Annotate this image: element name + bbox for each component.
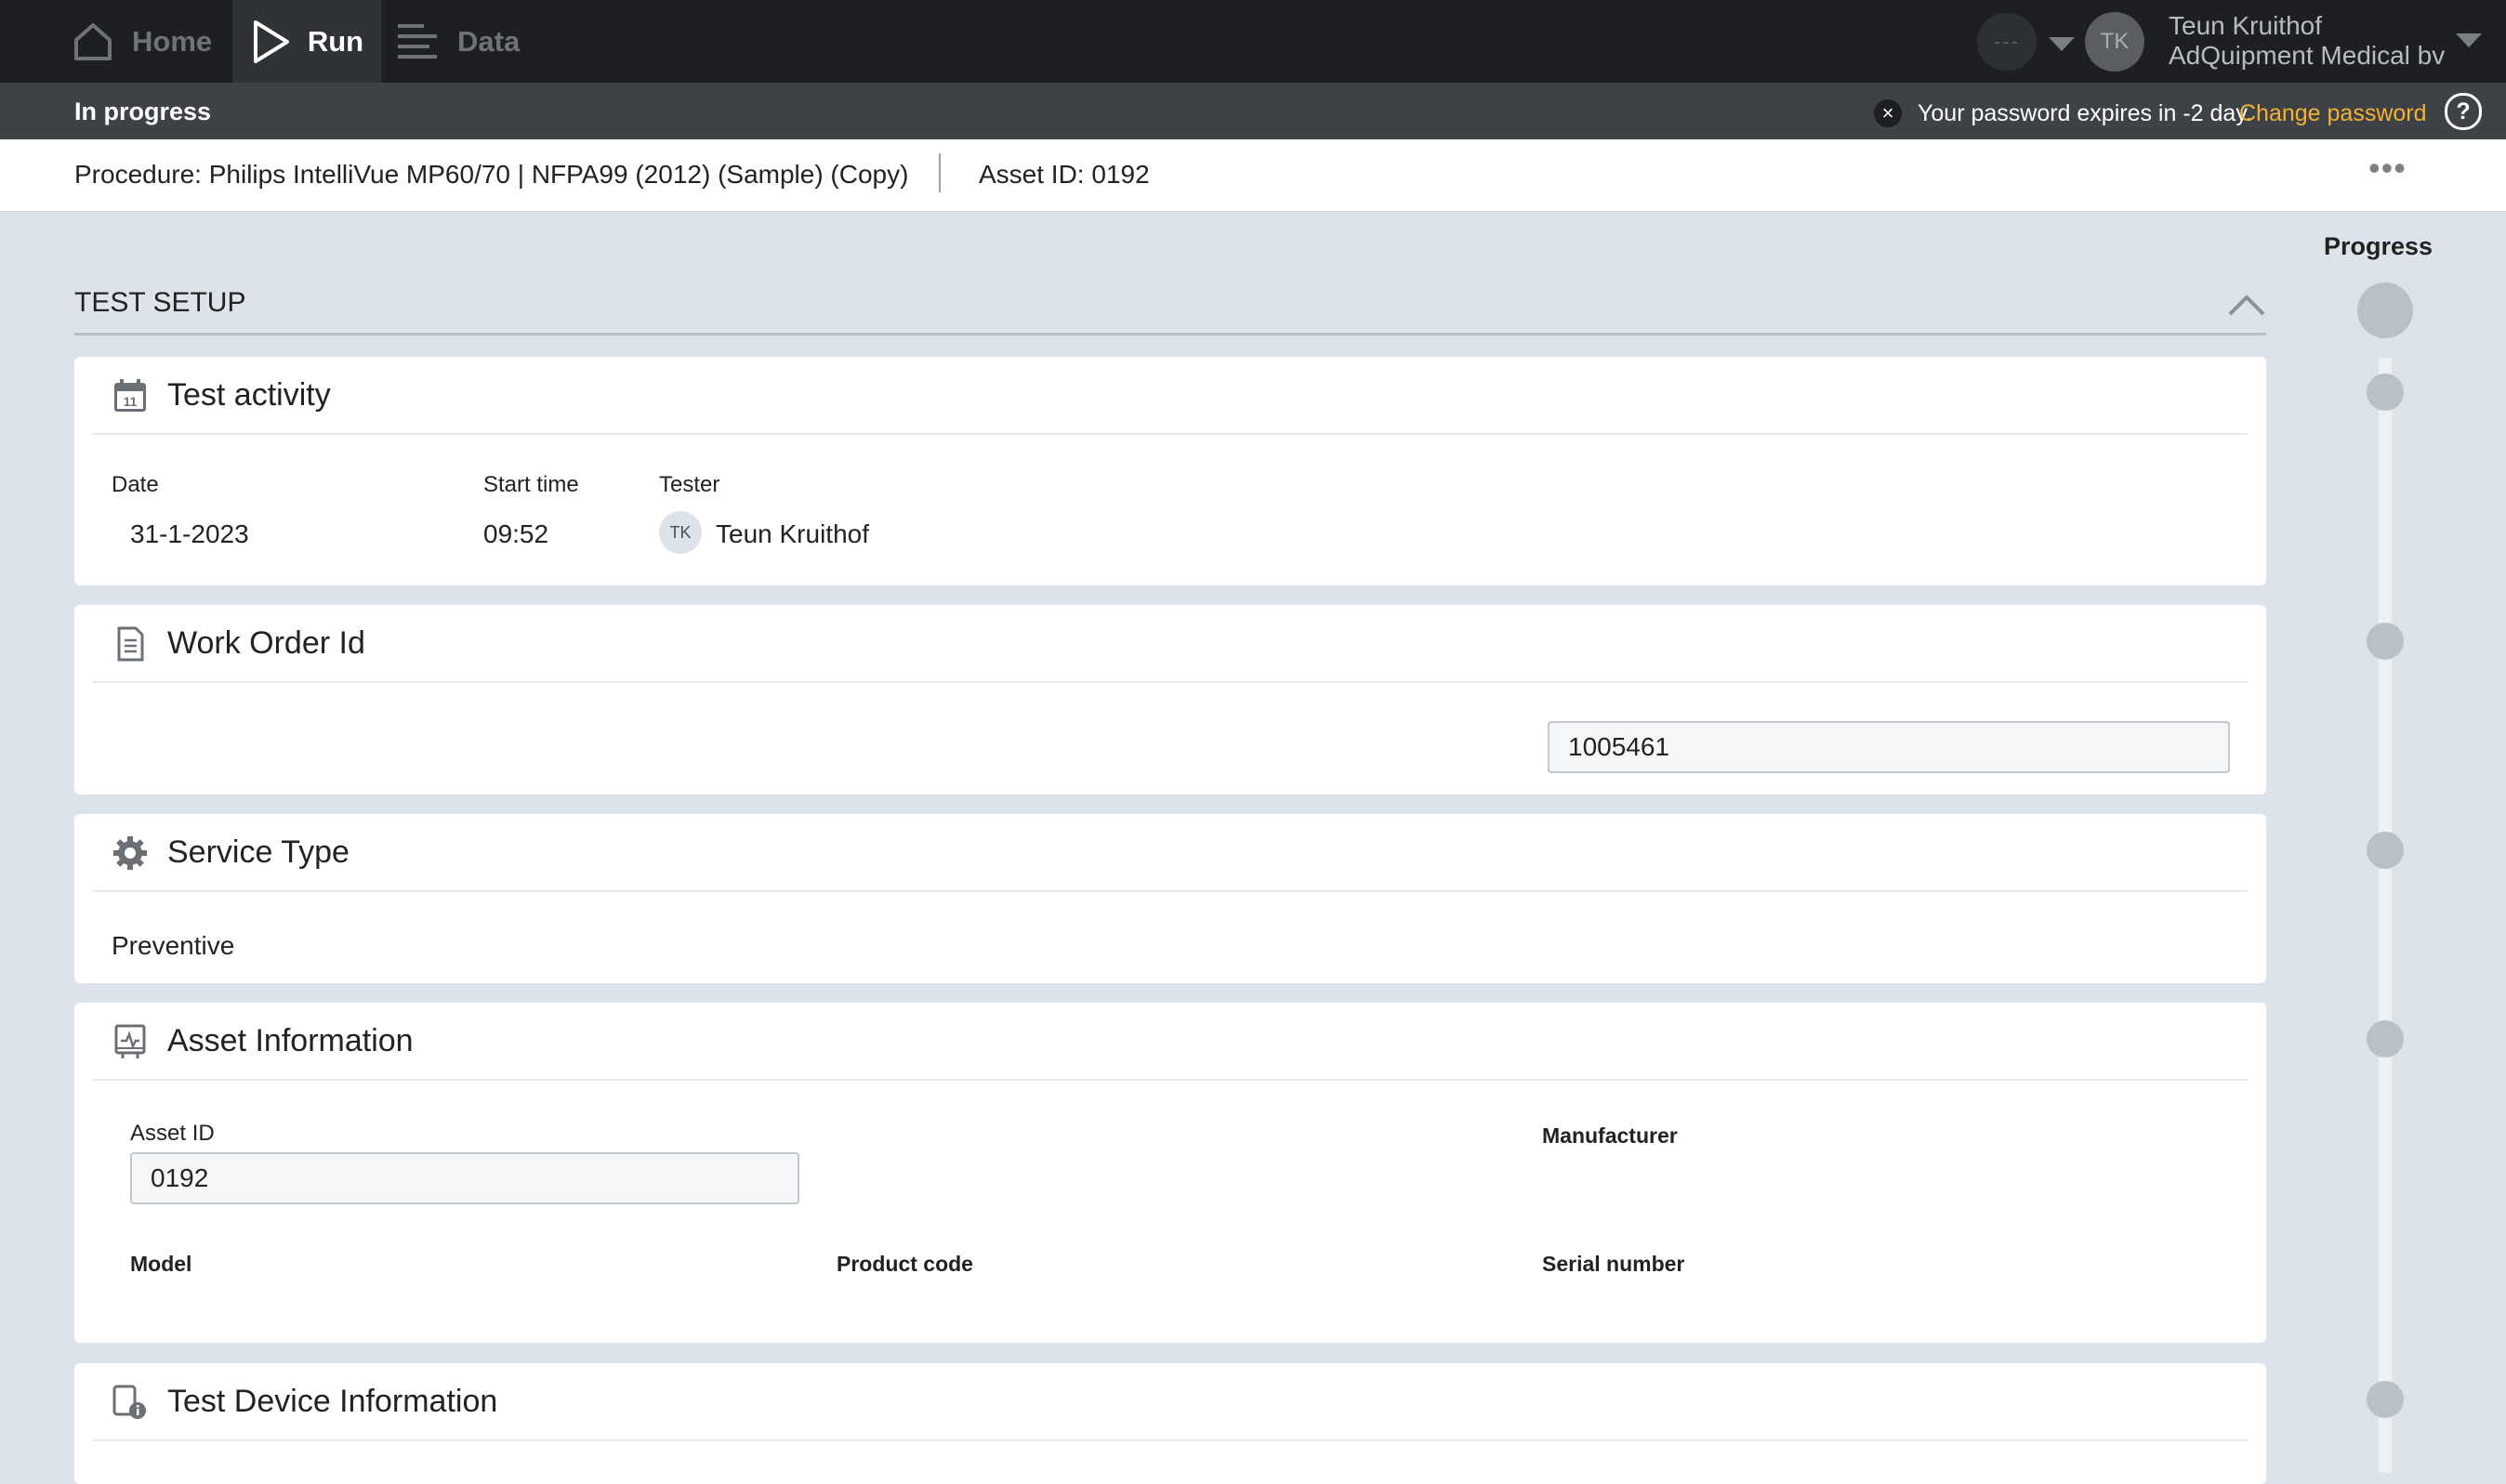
service-type-card: Service Type Preventive xyxy=(74,814,2266,983)
card-title: Test Device Information xyxy=(167,1384,498,1419)
play-icon xyxy=(250,19,291,65)
progress-step-work-order[interactable] xyxy=(2367,623,2404,660)
close-icon[interactable]: × xyxy=(1874,99,1902,127)
user-organization[interactable]: AdQuipment Medical bv xyxy=(2169,41,2445,71)
service-type-value: Preventive xyxy=(112,931,235,960)
nav-home-label: Home xyxy=(132,24,213,58)
product-code-label: Product code xyxy=(837,1252,973,1276)
card-title: Service Type xyxy=(167,834,350,870)
chevron-up-icon[interactable] xyxy=(2226,290,2267,322)
nav-data[interactable]: Data xyxy=(396,0,520,83)
date-value: 31-1-2023 xyxy=(130,519,249,548)
change-password-link[interactable]: Change password xyxy=(2239,100,2427,127)
run-status-title: In progress xyxy=(74,98,212,125)
more-options-icon[interactable]: ••• xyxy=(2368,149,2407,188)
user-name[interactable]: Teun Kruithof xyxy=(2169,11,2322,41)
top-nav: Home Run Data --- TK Teun Kruithof AdQui… xyxy=(0,0,2506,83)
nav-run-label: Run xyxy=(307,24,364,58)
card-header xyxy=(93,357,2248,435)
test-device-information-card: Test Device Information xyxy=(74,1363,2266,1484)
progress-step-test-device[interactable] xyxy=(2367,1381,2404,1418)
asset-id-label: Asset ID xyxy=(130,1121,215,1146)
calendar-icon: 11 xyxy=(112,377,149,414)
password-expiry-message: Your password expires in -2 day. xyxy=(1918,100,2252,126)
tester-label: Tester xyxy=(659,472,720,497)
device-info-icon xyxy=(112,1384,149,1421)
manufacturer-label: Manufacturer xyxy=(1542,1123,1678,1148)
svg-text:11: 11 xyxy=(124,394,138,409)
card-title: Test activity xyxy=(167,377,331,413)
progress-step-asset-information[interactable] xyxy=(2367,1020,2404,1057)
progress-step-section[interactable] xyxy=(2357,282,2413,338)
user-menu-chevron-down-icon[interactable] xyxy=(2456,33,2482,47)
avatar[interactable]: TK xyxy=(2085,12,2144,72)
document-icon xyxy=(112,625,149,663)
list-icon xyxy=(396,22,439,61)
test-activity-card: 11 Test activity Date 31-1-2023 Start ti… xyxy=(74,357,2266,585)
connection-status-pill[interactable]: --- xyxy=(1977,13,2037,71)
section-title: TEST SETUP xyxy=(74,287,246,318)
nav-data-label: Data xyxy=(457,24,521,58)
date-label: Date xyxy=(112,472,159,497)
progress-step-service-type[interactable] xyxy=(2367,832,2404,869)
model-label: Model xyxy=(130,1252,192,1276)
section-divider xyxy=(74,333,2266,335)
avatar: TK xyxy=(659,511,702,554)
card-title: Asset Information xyxy=(167,1023,414,1058)
procedure-name: Procedure: Philips IntelliVue MP60/70 | … xyxy=(74,160,909,189)
asset-information-card: Asset Information Asset ID 0192 Manufact… xyxy=(74,1003,2266,1343)
progress-step-test-activity[interactable] xyxy=(2367,374,2404,411)
divider xyxy=(939,153,941,192)
help-icon[interactable]: ? xyxy=(2445,93,2482,130)
card-title: Work Order Id xyxy=(167,625,365,661)
nav-home[interactable]: Home xyxy=(73,0,212,83)
work-order-id-field[interactable]: 1005461 xyxy=(1548,721,2230,773)
card-header xyxy=(93,814,2248,892)
progress-title: Progress xyxy=(2324,232,2433,260)
procedure-bar: Procedure: Philips IntelliVue MP60/70 | … xyxy=(0,139,2506,212)
nav-run[interactable]: Run xyxy=(232,0,381,83)
gear-icon xyxy=(112,834,149,872)
card-header xyxy=(93,1003,2248,1081)
monitor-icon xyxy=(112,1023,149,1060)
work-order-card: Work Order Id 1005461 xyxy=(74,605,2266,795)
chevron-down-icon[interactable] xyxy=(2049,37,2075,51)
asset-id-field[interactable]: 0192 xyxy=(130,1152,799,1204)
start-time-value: 09:52 xyxy=(483,519,549,548)
start-time-label: Start time xyxy=(483,472,579,497)
progress-track xyxy=(2379,358,2392,1473)
procedure-asset-id: Asset ID: 0192 xyxy=(979,160,1150,189)
serial-number-label: Serial number xyxy=(1542,1252,1685,1276)
card-header xyxy=(93,605,2248,683)
home-icon xyxy=(73,21,113,62)
tester-name: Teun Kruithof xyxy=(716,519,869,548)
